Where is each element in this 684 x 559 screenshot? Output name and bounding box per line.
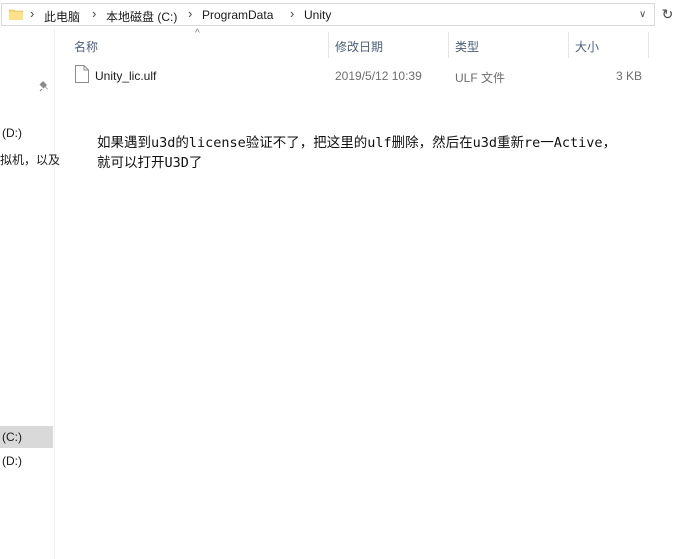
column-header-size[interactable]: 大小 bbox=[575, 38, 599, 55]
file-row[interactable]: Unity_lic.ulf 2019/5/12 10:39 ULF 文件 3 K… bbox=[70, 64, 660, 86]
instruction-note: 如果遇到u3d的license验证不了，把这里的ulf删除，然后在u3d重新re… bbox=[97, 133, 682, 173]
breadcrumb-programdata[interactable]: ProgramData bbox=[202, 8, 273, 22]
folder-icon bbox=[9, 9, 23, 20]
breadcrumb-this-pc[interactable]: 此电脑 bbox=[44, 8, 80, 25]
navigation-pane: (D:) 拟机，以及 (C:) (D:) bbox=[0, 29, 60, 559]
column-divider[interactable] bbox=[568, 32, 569, 58]
nav-item-virtual-machine[interactable]: 拟机，以及 bbox=[0, 151, 60, 168]
address-box[interactable]: › 此电脑 › 本地磁盘 (C:) › ProgramData › Unity … bbox=[1, 3, 655, 26]
column-header-date[interactable]: 修改日期 bbox=[335, 38, 383, 55]
chevron-down-icon[interactable]: ∨ bbox=[639, 9, 646, 20]
note-line-1: 如果遇到u3d的license验证不了，把这里的ulf删除，然后在u3d重新re… bbox=[97, 135, 617, 151]
column-divider[interactable] bbox=[448, 32, 449, 58]
address-bar: › 此电脑 › 本地磁盘 (C:) › ProgramData › Unity … bbox=[0, 0, 684, 29]
column-header-name[interactable]: 名称 bbox=[74, 38, 98, 55]
sort-ascending-icon: ^ bbox=[195, 28, 200, 39]
breadcrumb-separator: › bbox=[30, 6, 35, 21]
breadcrumb-unity[interactable]: Unity bbox=[304, 8, 331, 22]
file-icon bbox=[75, 65, 89, 83]
breadcrumb-local-disk-c[interactable]: 本地磁盘 (C:) bbox=[106, 8, 177, 25]
note-line-2: 就可以打开U3D了 bbox=[97, 155, 203, 171]
file-modified-date: 2019/5/12 10:39 bbox=[335, 69, 422, 83]
pin-icon[interactable] bbox=[39, 80, 51, 92]
breadcrumb-separator: › bbox=[188, 6, 193, 21]
file-name[interactable]: Unity_lic.ulf bbox=[95, 69, 156, 83]
column-header-type[interactable]: 类型 bbox=[455, 38, 479, 55]
breadcrumb-separator: › bbox=[290, 6, 295, 21]
refresh-icon[interactable]: ↻ bbox=[656, 3, 679, 26]
file-type: ULF 文件 bbox=[455, 71, 506, 85]
nav-item-drive-d-2[interactable]: (D:) bbox=[2, 454, 22, 468]
column-divider[interactable] bbox=[648, 32, 649, 58]
breadcrumb-separator: › bbox=[92, 6, 97, 21]
nav-item-drive-d[interactable]: (D:) bbox=[2, 126, 22, 140]
column-divider[interactable] bbox=[328, 32, 329, 58]
column-headers: ^ 名称 修改日期 类型 大小 bbox=[56, 28, 684, 60]
file-size: 3 KB bbox=[615, 69, 642, 83]
nav-item-drive-c[interactable]: (C:) bbox=[2, 430, 22, 444]
